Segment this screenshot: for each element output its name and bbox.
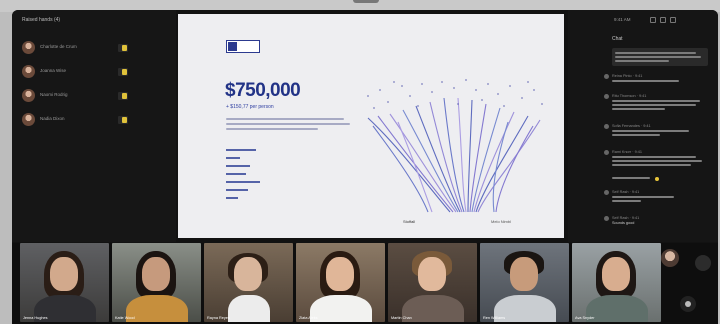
raised-hand-icon[interactable] [118, 116, 128, 124]
avatar [604, 124, 609, 129]
slide-stat [226, 172, 249, 176]
slide-stat [226, 188, 251, 192]
avatar [22, 113, 35, 126]
slide-text-line [226, 128, 318, 130]
video-tile[interactable]: Zlata Aleks [296, 243, 385, 322]
video-participant-name: Martin Chan [391, 316, 412, 320]
settings-icon[interactable] [660, 17, 666, 23]
chat-title: Chat [612, 36, 623, 42]
popout-icon[interactable] [650, 17, 656, 23]
chat-sender: Rami Knorr · 9:41 [612, 150, 642, 154]
chat-sender: Sofia Fernandes · 9:41 [612, 124, 651, 128]
chat-message: Ritu Thomson · 9:41 [604, 94, 708, 112]
chat-message: Reina Pinto · 9:41 [604, 74, 708, 84]
video-strip: Jenna Hughes Katie Wood Rayna Reyes Zlat… [12, 243, 718, 324]
video-tile[interactable]: Jenna Hughes [20, 243, 109, 322]
raised-hand-icon[interactable] [118, 44, 128, 52]
more-options-icon[interactable] [695, 255, 711, 271]
slide-stat [226, 164, 253, 168]
slide-footer-left: Stoffall [403, 219, 416, 224]
chat-message: Self Rash · 9:41 Sounds good [604, 216, 708, 226]
slide-footer-right: Melo Nimbl [491, 219, 512, 224]
raised-hand-icon[interactable] [118, 92, 128, 100]
raised-hand-icon[interactable] [118, 68, 128, 76]
video-participant-name: Ren Williams [483, 316, 506, 320]
slide-logo [226, 40, 260, 53]
video-participant-name: Katie Wood [115, 316, 135, 320]
meeting-window: Raised hands (4) Charlotte de Crum Joann… [12, 10, 718, 324]
chat-sender: Ritu Thomson · 9:41 [612, 94, 647, 98]
video-tile[interactable]: Ava Snyder [572, 243, 661, 322]
chat-sender: Reina Pinto · 9:41 [612, 74, 643, 78]
participants-title: Raised hands (4) [22, 17, 61, 23]
slide-text-line [226, 123, 350, 125]
video-tile[interactable]: Martin Chan [388, 243, 477, 322]
video-tile[interactable]: Ren Williams [480, 243, 569, 322]
chat-sender: Self Rash · 9:41 [612, 190, 640, 194]
slide-stat [226, 156, 243, 160]
slide-stat [226, 196, 241, 200]
participant-row[interactable]: Charlotte de Crum [22, 40, 142, 56]
video-participant-name: Zlata Aleks [299, 316, 318, 320]
chat-message: Rami Knorr · 9:41 [604, 150, 708, 186]
video-participant-name: Ava Snyder [575, 316, 595, 320]
slide-amount: $750,000 [225, 80, 301, 101]
participant-name: Joanna Wise [40, 68, 67, 73]
video-tile[interactable]: Katie Wood [112, 243, 201, 322]
slide-text-line [226, 118, 344, 120]
participant-name: Naomi Rodrig [40, 92, 68, 97]
slide-stat [226, 148, 259, 152]
avatar [604, 74, 609, 79]
participant-name: Nadia Dixon [40, 116, 65, 121]
close-icon[interactable] [670, 17, 676, 23]
participant-row[interactable]: Nadia Dixon [22, 112, 142, 128]
slide-sub-amount: + $150,77 per person [226, 104, 274, 110]
emoji-icon [654, 177, 659, 181]
participant-row[interactable]: Naomi Rodrig [22, 88, 142, 104]
chat-message: Sofia Fernandes · 9:41 [604, 124, 708, 138]
video-tile[interactable]: Rayna Reyes [204, 243, 293, 322]
chat-message [612, 48, 708, 66]
shared-screen-slide: $750,000 + $150,77 per person Stoffall M… [178, 14, 564, 238]
chat-message: Self Rash · 9:41 [604, 190, 708, 204]
chat-sender: Self Rash · 9:41 [612, 216, 640, 220]
avatar [22, 65, 35, 78]
participant-name: Charlotte de Crum [40, 44, 77, 49]
chat-header-time: 9:41 AM [614, 17, 631, 22]
chat-message-text: Sounds good [612, 221, 635, 225]
video-participant-name: Jenna Hughes [23, 316, 48, 320]
video-participant-name: Rayna Reyes [207, 316, 230, 320]
participant-row[interactable]: Joanna Wise [22, 64, 142, 80]
record-icon[interactable] [680, 296, 696, 312]
avatar [22, 41, 35, 54]
slide-stat [226, 180, 263, 184]
avatar [604, 150, 609, 155]
camera-notch [353, 0, 379, 3]
avatar [604, 94, 609, 99]
slide-flow-visualization [367, 79, 543, 213]
chat-panel: 9:41 AM Chat Reina Pinto · 9:41 Ritu Tho… [568, 10, 718, 242]
avatar [604, 190, 609, 195]
self-avatar[interactable] [661, 249, 679, 267]
avatar [22, 89, 35, 102]
avatar [604, 216, 609, 221]
participants-panel: Raised hands (4) Charlotte de Crum Joann… [12, 10, 176, 242]
